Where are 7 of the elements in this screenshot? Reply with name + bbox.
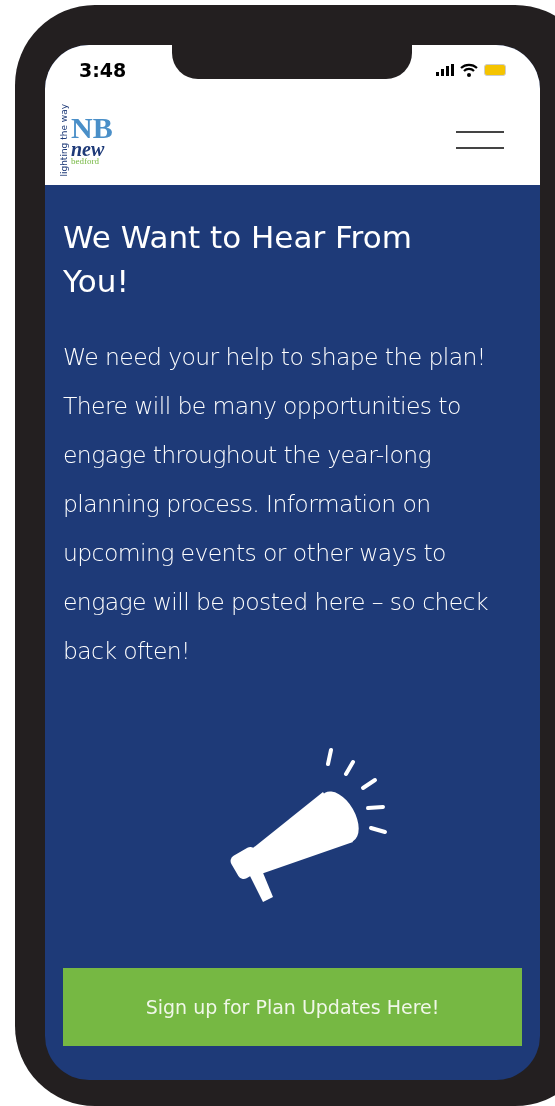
wifi-icon — [460, 63, 478, 77]
signal-icon — [436, 64, 454, 76]
page-title: We Want to Hear From You! — [63, 218, 413, 301]
menu-button[interactable] — [456, 128, 504, 152]
battery-icon — [484, 64, 506, 76]
intro-paragraph: We need your help to shape the plan! There will be many opportunities to engage throughout the year-long planning process. Information on upcoming events or other ways to engage will be posted here – so check back often! — [63, 342, 489, 667]
status-time: 3:48 — [79, 57, 127, 83]
